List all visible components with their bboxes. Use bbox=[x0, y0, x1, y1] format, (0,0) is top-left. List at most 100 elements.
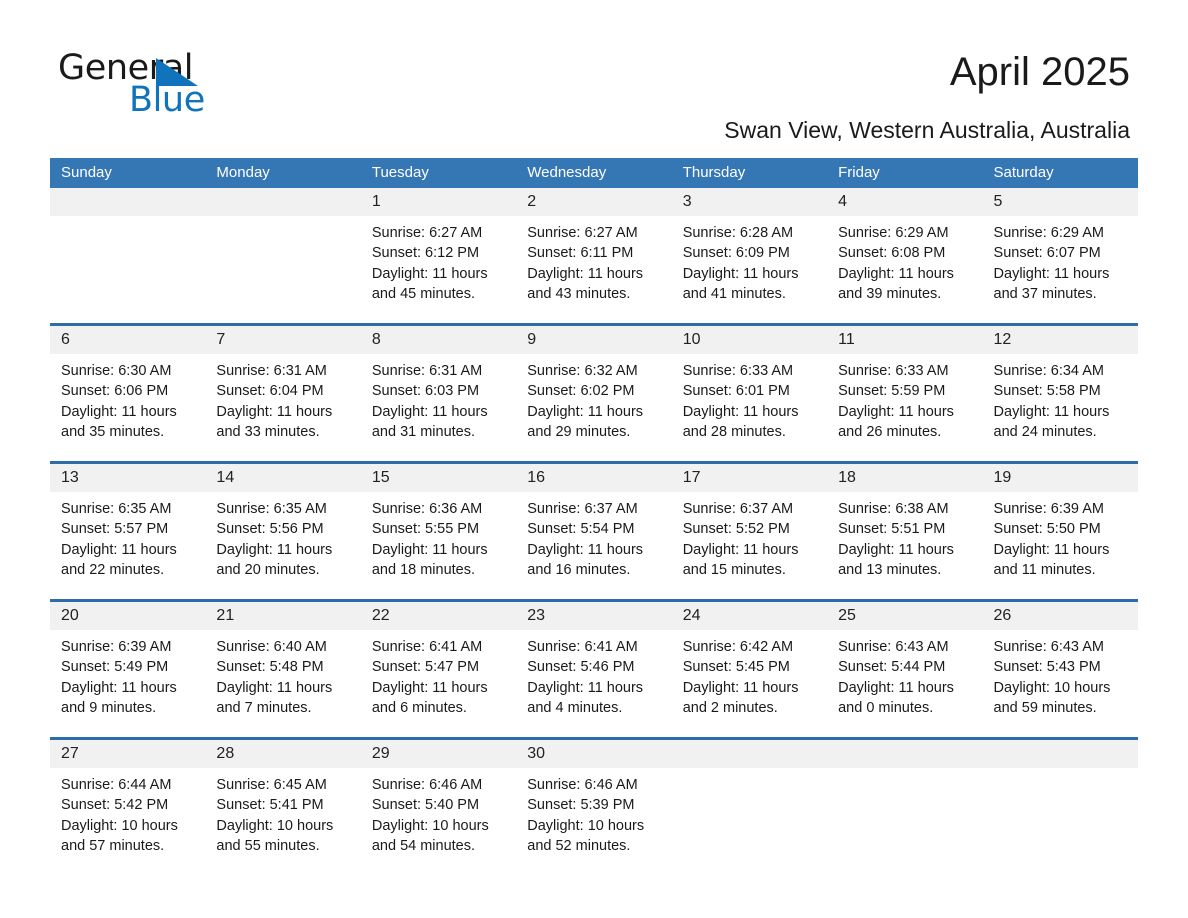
day-sunrise-text: Sunrise: 6:43 AM bbox=[838, 639, 949, 655]
day-number[interactable]: 9 bbox=[516, 326, 671, 354]
day-number-band: 27 28 29 30 bbox=[50, 740, 1138, 768]
calendar-weeks: 1 2 3 4 5 Sunrise: 6:27 AM Sunset: 6:12 PM Dayl… bbox=[50, 188, 1138, 873]
day-cell[interactable]: Sunrise: 6:31 AM Sunset: 6:04 PM Daylight:… bbox=[205, 354, 360, 461]
day-number[interactable]: 14 bbox=[205, 464, 360, 492]
day-number[interactable]: 15 bbox=[361, 464, 516, 492]
day-daylight-text: and 54 minutes. bbox=[371, 837, 476, 854]
day-number[interactable]: 20 bbox=[50, 602, 205, 630]
day-number[interactable]: 21 bbox=[205, 602, 360, 630]
day-number[interactable]: 3 bbox=[672, 188, 827, 216]
day-cell[interactable]: Sunrise: 6:28 AM Sunset: 6:09 PM Daylight:… bbox=[672, 216, 827, 323]
day-daylight-text: Daylight: 11 hours bbox=[838, 679, 954, 696]
day-number[interactable]: 22 bbox=[361, 602, 516, 630]
day-cell[interactable]: Sunrise: 6:40 AM Sunset: 5:48 PM Daylight:… bbox=[205, 630, 360, 737]
day-number[interactable]: 17 bbox=[672, 464, 827, 492]
day-cell[interactable]: Sunrise: 6:45 AM Sunset: 5:41 PM Daylight:… bbox=[205, 768, 360, 873]
weekday-header-friday: Friday bbox=[838, 164, 880, 181]
day-sunrise-text: Sunrise: 6:44 AM bbox=[61, 777, 172, 793]
day-cell[interactable]: Sunrise: 6:33 AM Sunset: 6:01 PM Daylight:… bbox=[672, 354, 827, 461]
day-cell[interactable]: Sunrise: 6:29 AM Sunset: 6:07 PM Daylight:… bbox=[983, 216, 1138, 323]
day-sunset-text: Sunset: 6:09 PM bbox=[682, 245, 790, 262]
day-cell[interactable]: Sunrise: 6:36 AM Sunset: 5:55 PM Daylight:… bbox=[361, 492, 516, 599]
day-number[interactable]: 16 bbox=[516, 464, 671, 492]
day-sunset-text: Sunset: 5:54 PM bbox=[527, 521, 635, 538]
day-number[interactable]: 28 bbox=[205, 740, 360, 768]
day-sunrise-text: Sunrise: 6:46 AM bbox=[371, 777, 483, 793]
day-cell[interactable]: Sunrise: 6:39 AM Sunset: 5:50 PM Daylight:… bbox=[983, 492, 1138, 599]
day-number[interactable]: 11 bbox=[827, 326, 982, 354]
day-sunset-text: Sunset: 5:49 PM bbox=[61, 659, 169, 676]
day-number[interactable]: 26 bbox=[983, 602, 1138, 630]
day-cell[interactable]: Sunrise: 6:27 AM Sunset: 6:12 PM Daylight:… bbox=[361, 216, 516, 323]
day-cell[interactable]: Sunrise: 6:30 AM Sunset: 6:06 PM Daylight:… bbox=[50, 354, 205, 461]
day-number[interactable]: 7 bbox=[205, 326, 360, 354]
day-cell[interactable]: Sunrise: 6:27 AM Sunset: 6:11 PM Daylight:… bbox=[516, 216, 671, 323]
day-sunrise-text: Sunrise: 6:27 AM bbox=[527, 225, 638, 241]
day-daylight-text: Daylight: 11 hours bbox=[993, 541, 1110, 558]
day-daylight-text: Daylight: 11 hours bbox=[993, 403, 1110, 420]
day-daylight-text: Daylight: 11 hours bbox=[993, 265, 1110, 282]
day-number[interactable]: 25 bbox=[827, 602, 982, 630]
day-number[interactable]: 29 bbox=[361, 740, 516, 768]
day-cell[interactable]: Sunrise: 6:37 AM Sunset: 5:54 PM Daylight:… bbox=[516, 492, 671, 599]
day-cell[interactable]: Sunrise: 6:37 AM Sunset: 5:52 PM Daylight:… bbox=[672, 492, 827, 599]
day-cell[interactable]: Sunrise: 6:42 AM Sunset: 5:45 PM Daylight:… bbox=[672, 630, 827, 737]
day-sunrise-text: Sunrise: 6:36 AM bbox=[371, 501, 483, 517]
weekday-header-thursday: Thursday bbox=[682, 164, 746, 181]
day-cell[interactable]: Sunrise: 6:43 AM Sunset: 5:43 PM Daylight:… bbox=[983, 630, 1138, 737]
general-blue-logo[interactable]: General Blue bbox=[58, 48, 278, 126]
day-number[interactable]: 8 bbox=[361, 326, 516, 354]
day-number[interactable]: 6 bbox=[50, 326, 205, 354]
day-cell[interactable]: Sunrise: 6:39 AM Sunset: 5:49 PM Daylight:… bbox=[50, 630, 205, 737]
day-cell[interactable]: Sunrise: 6:35 AM Sunset: 5:57 PM Daylight:… bbox=[50, 492, 205, 599]
day-cell[interactable]: Sunrise: 6:46 AM Sunset: 5:40 PM Daylight:… bbox=[361, 768, 516, 873]
day-daylight-text: and 35 minutes. bbox=[61, 423, 165, 440]
day-number-empty bbox=[50, 188, 205, 216]
day-daylight-text: and 28 minutes. bbox=[682, 423, 786, 440]
day-number[interactable]: 13 bbox=[50, 464, 205, 492]
day-number-empty bbox=[983, 740, 1138, 768]
day-cell[interactable]: Sunrise: 6:41 AM Sunset: 5:47 PM Daylight:… bbox=[361, 630, 516, 737]
day-number[interactable]: 10 bbox=[672, 326, 827, 354]
day-number-band: 20 21 22 23 24 25 26 bbox=[50, 602, 1138, 630]
day-sunrise-text: Sunrise: 6:41 AM bbox=[371, 639, 483, 655]
day-daylight-text: Daylight: 10 hours bbox=[527, 817, 645, 834]
day-number[interactable]: 4 bbox=[827, 188, 982, 216]
day-number[interactable]: 1 bbox=[361, 188, 516, 216]
day-daylight-text: and 24 minutes. bbox=[993, 423, 1097, 440]
day-number[interactable]: 18 bbox=[827, 464, 982, 492]
day-sunrise-text: Sunrise: 6:41 AM bbox=[527, 639, 638, 655]
day-cell[interactable]: Sunrise: 6:46 AM Sunset: 5:39 PM Daylight:… bbox=[516, 768, 671, 873]
day-cell[interactable]: Sunrise: 6:43 AM Sunset: 5:44 PM Daylight:… bbox=[827, 630, 982, 737]
day-cell[interactable]: Sunrise: 6:33 AM Sunset: 5:59 PM Daylight:… bbox=[827, 354, 982, 461]
day-sunrise-text: Sunrise: 6:39 AM bbox=[993, 501, 1104, 517]
day-daylight-text: Daylight: 11 hours bbox=[371, 541, 488, 558]
day-sunset-text: Sunset: 5:40 PM bbox=[371, 797, 480, 814]
weekday-header-monday: Monday bbox=[216, 164, 270, 181]
day-detail-band: Sunrise: 6:35 AM Sunset: 5:57 PM Daylight:… bbox=[50, 492, 1138, 599]
day-daylight-text: Daylight: 11 hours bbox=[216, 403, 333, 420]
day-number[interactable]: 27 bbox=[50, 740, 205, 768]
day-number[interactable]: 23 bbox=[516, 602, 671, 630]
day-cell[interactable]: Sunrise: 6:29 AM Sunset: 6:08 PM Daylight:… bbox=[827, 216, 982, 323]
day-daylight-text: Daylight: 11 hours bbox=[527, 679, 644, 696]
day-cell[interactable]: Sunrise: 6:34 AM Sunset: 5:58 PM Daylight:… bbox=[983, 354, 1138, 461]
day-sunrise-text: Sunrise: 6:34 AM bbox=[993, 363, 1104, 379]
day-cell[interactable]: Sunrise: 6:32 AM Sunset: 6:02 PM Daylight:… bbox=[516, 354, 671, 461]
day-number[interactable]: 12 bbox=[983, 326, 1138, 354]
day-number[interactable]: 2 bbox=[516, 188, 671, 216]
location-subtitle: Swan View, Western Australia, Australia bbox=[724, 117, 1130, 143]
day-number[interactable]: 5 bbox=[983, 188, 1138, 216]
day-cell[interactable]: Sunrise: 6:31 AM Sunset: 6:03 PM Daylight:… bbox=[361, 354, 516, 461]
day-number[interactable]: 30 bbox=[516, 740, 671, 768]
day-daylight-text: and 41 minutes. bbox=[682, 285, 786, 302]
day-sunset-text: Sunset: 5:42 PM bbox=[61, 797, 169, 814]
day-daylight-text: and 18 minutes. bbox=[371, 561, 476, 578]
day-cell[interactable]: Sunrise: 6:44 AM Sunset: 5:42 PM Daylight:… bbox=[50, 768, 205, 873]
calendar-week-row: 1 2 3 4 5 Sunrise: 6:27 AM Sunset: 6:12 PM Dayl… bbox=[50, 188, 1138, 323]
day-cell[interactable]: Sunrise: 6:35 AM Sunset: 5:56 PM Daylight:… bbox=[205, 492, 360, 599]
day-number[interactable]: 19 bbox=[983, 464, 1138, 492]
day-number[interactable]: 24 bbox=[672, 602, 827, 630]
day-cell[interactable]: Sunrise: 6:41 AM Sunset: 5:46 PM Daylight:… bbox=[516, 630, 671, 737]
day-cell[interactable]: Sunrise: 6:38 AM Sunset: 5:51 PM Daylight:… bbox=[827, 492, 982, 599]
